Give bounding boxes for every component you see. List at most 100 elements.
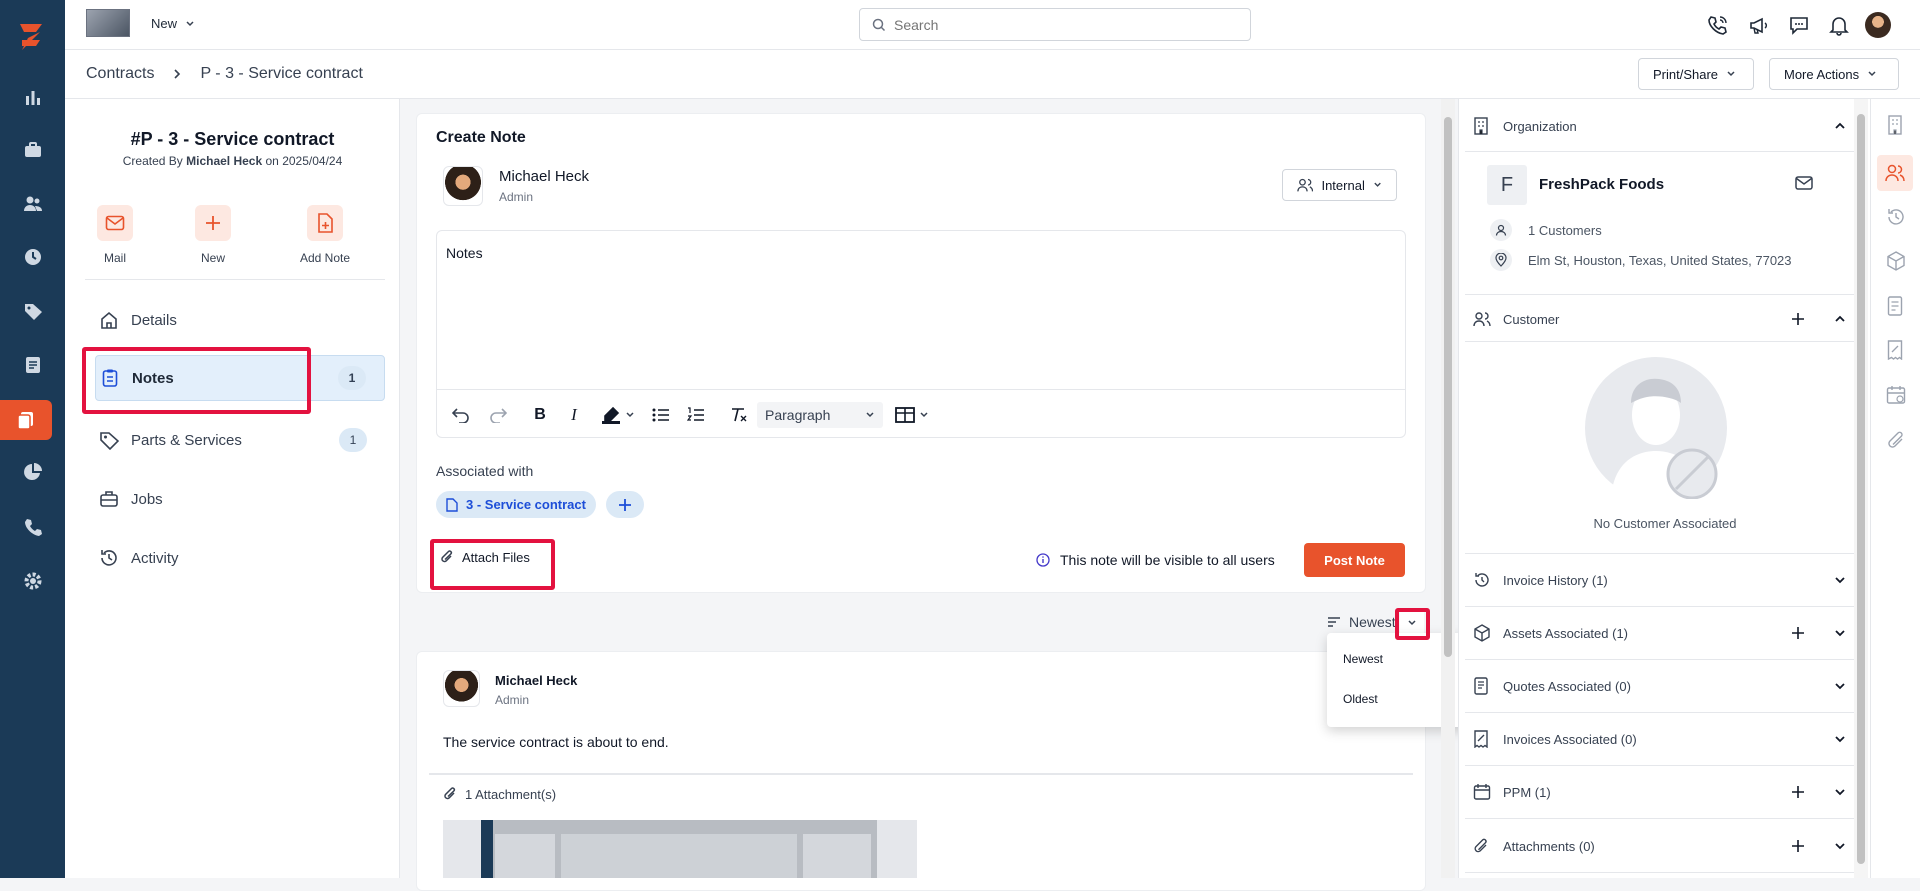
organization-header[interactable]: Organization	[1465, 101, 1865, 152]
section-attachments[interactable]: Attachments (0)	[1465, 820, 1865, 873]
note-role: Admin	[495, 693, 530, 707]
scrollbar-thumb[interactable]	[1857, 114, 1865, 864]
created-by: Michael Heck	[186, 154, 263, 168]
section-quotes[interactable]: Quotes Associated (0)	[1465, 660, 1865, 713]
chat-icon[interactable]	[1788, 14, 1810, 36]
attachment-thumbnail[interactable]	[443, 820, 917, 878]
analytics-icon[interactable]	[18, 457, 48, 487]
schedule-icon[interactable]	[18, 242, 48, 272]
paperclip-icon	[444, 787, 456, 800]
section-ppm[interactable]: PPM (1)	[1465, 766, 1865, 819]
new-dropdown[interactable]: New	[151, 16, 195, 31]
sort-control[interactable]: Newest	[1327, 614, 1396, 630]
plus-icon[interactable]	[1791, 839, 1805, 853]
undo-icon[interactable]	[450, 404, 472, 426]
megaphone-icon[interactable]	[1748, 14, 1770, 36]
scrollbar[interactable]	[1854, 99, 1868, 878]
nav-notes[interactable]: Notes 1	[95, 355, 385, 401]
jobs-icon[interactable]	[18, 135, 48, 165]
customer-rail-icon[interactable]	[1877, 155, 1913, 191]
section-invoices[interactable]: Invoices Associated (0)	[1465, 713, 1865, 766]
quick-action-label: New	[200, 251, 225, 265]
note-author: Michael Heck	[495, 673, 578, 688]
nav-activity[interactable]: Activity	[95, 535, 385, 581]
redo-icon[interactable]	[487, 404, 509, 426]
quick-action-label: Add Note	[299, 251, 351, 265]
numbered-list-icon[interactable]	[685, 404, 707, 426]
scrollbar[interactable]	[1441, 99, 1455, 878]
chevron-down-icon	[1834, 734, 1846, 744]
created-date: 2025/04/24	[282, 154, 343, 168]
bold-icon[interactable]: B	[529, 404, 551, 426]
breadcrumb-current: P - 3 - Service contract	[200, 65, 363, 82]
more-actions-button[interactable]: More Actions	[1769, 58, 1899, 90]
associated-chip-label: 3 - Service contract	[466, 497, 586, 512]
chevron-down-icon	[1834, 575, 1846, 585]
highlight-icon[interactable]	[598, 404, 638, 426]
quotes-rail-icon[interactable]	[1887, 296, 1903, 316]
app-logo[interactable]	[14, 18, 50, 54]
briefcase-icon	[100, 491, 118, 507]
add-association-button[interactable]	[606, 491, 644, 518]
contracts-icon[interactable]	[0, 400, 52, 440]
author-role: Admin	[499, 190, 534, 204]
invoices-icon[interactable]	[18, 350, 48, 380]
sort-option-oldest[interactable]: Oldest	[1343, 692, 1378, 706]
plus-icon[interactable]	[1791, 785, 1805, 799]
attachments-rail-icon[interactable]	[1887, 430, 1905, 450]
add-customer-icon[interactable]	[1791, 312, 1805, 326]
clear-format-icon[interactable]	[728, 404, 750, 426]
print-share-button[interactable]: Print/Share	[1638, 58, 1754, 90]
call-icon[interactable]	[1707, 14, 1729, 36]
breadcrumb-contracts[interactable]: Contracts	[86, 65, 154, 83]
section-invoice-history[interactable]: Invoice History (1)	[1465, 554, 1865, 607]
assets-rail-icon[interactable]	[1886, 251, 1906, 271]
organization-rail-icon[interactable]	[1886, 115, 1904, 135]
chevron-up-icon[interactable]	[1834, 314, 1846, 324]
settings-icon[interactable]	[18, 566, 48, 596]
invoice-history-rail-icon[interactable]	[1886, 207, 1906, 227]
nav-details[interactable]: Details	[95, 297, 385, 343]
author-name: Michael Heck	[499, 168, 590, 185]
associated-chip[interactable]: 3 - Service contract	[436, 491, 596, 518]
plus-icon[interactable]	[1791, 626, 1805, 640]
visibility-dropdown[interactable]: Internal	[1282, 169, 1397, 201]
customers-icon[interactable]	[18, 189, 48, 219]
editor-text[interactable]: Notes	[446, 245, 483, 261]
bullet-list-icon[interactable]	[650, 404, 672, 426]
attach-files-button[interactable]: Attach Files	[440, 549, 530, 565]
section-assets[interactable]: Assets Associated (1)	[1465, 607, 1865, 660]
sort-toggle-button[interactable]	[1400, 612, 1424, 634]
new-label: New	[151, 16, 178, 31]
customer-header[interactable]: Customer	[1465, 295, 1865, 343]
ppm-rail-icon[interactable]	[1886, 385, 1906, 405]
email-organization-icon[interactable]	[1795, 176, 1813, 190]
nav-parts-services[interactable]: Parts & Services 1	[95, 417, 385, 463]
sort-option-newest[interactable]: Newest	[1343, 652, 1383, 666]
paragraph-select[interactable]: Paragraph	[757, 402, 883, 428]
visibility-label: Internal	[1321, 177, 1365, 193]
post-note-button[interactable]: Post Note	[1304, 543, 1405, 577]
tag-icon[interactable]	[18, 296, 48, 326]
search-input[interactable]	[894, 16, 1224, 33]
quick-action-mail[interactable]: Mail	[85, 205, 145, 265]
breadcrumb: Contracts P - 3 - Service contract	[86, 65, 363, 83]
scrollbar-thumb[interactable]	[1444, 117, 1452, 657]
customers-count-row: 1 Customers	[1490, 219, 1602, 241]
nav-jobs[interactable]: Jobs	[95, 476, 385, 522]
quick-action-add-note[interactable]: Add Note	[290, 205, 360, 265]
user-avatar[interactable]	[1865, 12, 1891, 38]
quote-icon	[1473, 677, 1489, 695]
search-box[interactable]	[859, 8, 1251, 41]
print-share-label: Print/Share	[1653, 66, 1719, 82]
bell-icon[interactable]	[1828, 14, 1850, 36]
reports-icon[interactable]	[18, 82, 48, 112]
phone-icon[interactable]	[18, 512, 48, 542]
quick-action-new[interactable]: New	[183, 205, 243, 265]
thumbnail-right	[803, 834, 871, 878]
italic-icon[interactable]: I	[563, 404, 585, 426]
table-icon[interactable]	[893, 404, 931, 426]
organization-name[interactable]: FreshPack Foods	[1539, 176, 1664, 193]
invoices-rail-icon[interactable]	[1887, 340, 1903, 360]
company-logo-thumbnail[interactable]	[86, 9, 130, 37]
